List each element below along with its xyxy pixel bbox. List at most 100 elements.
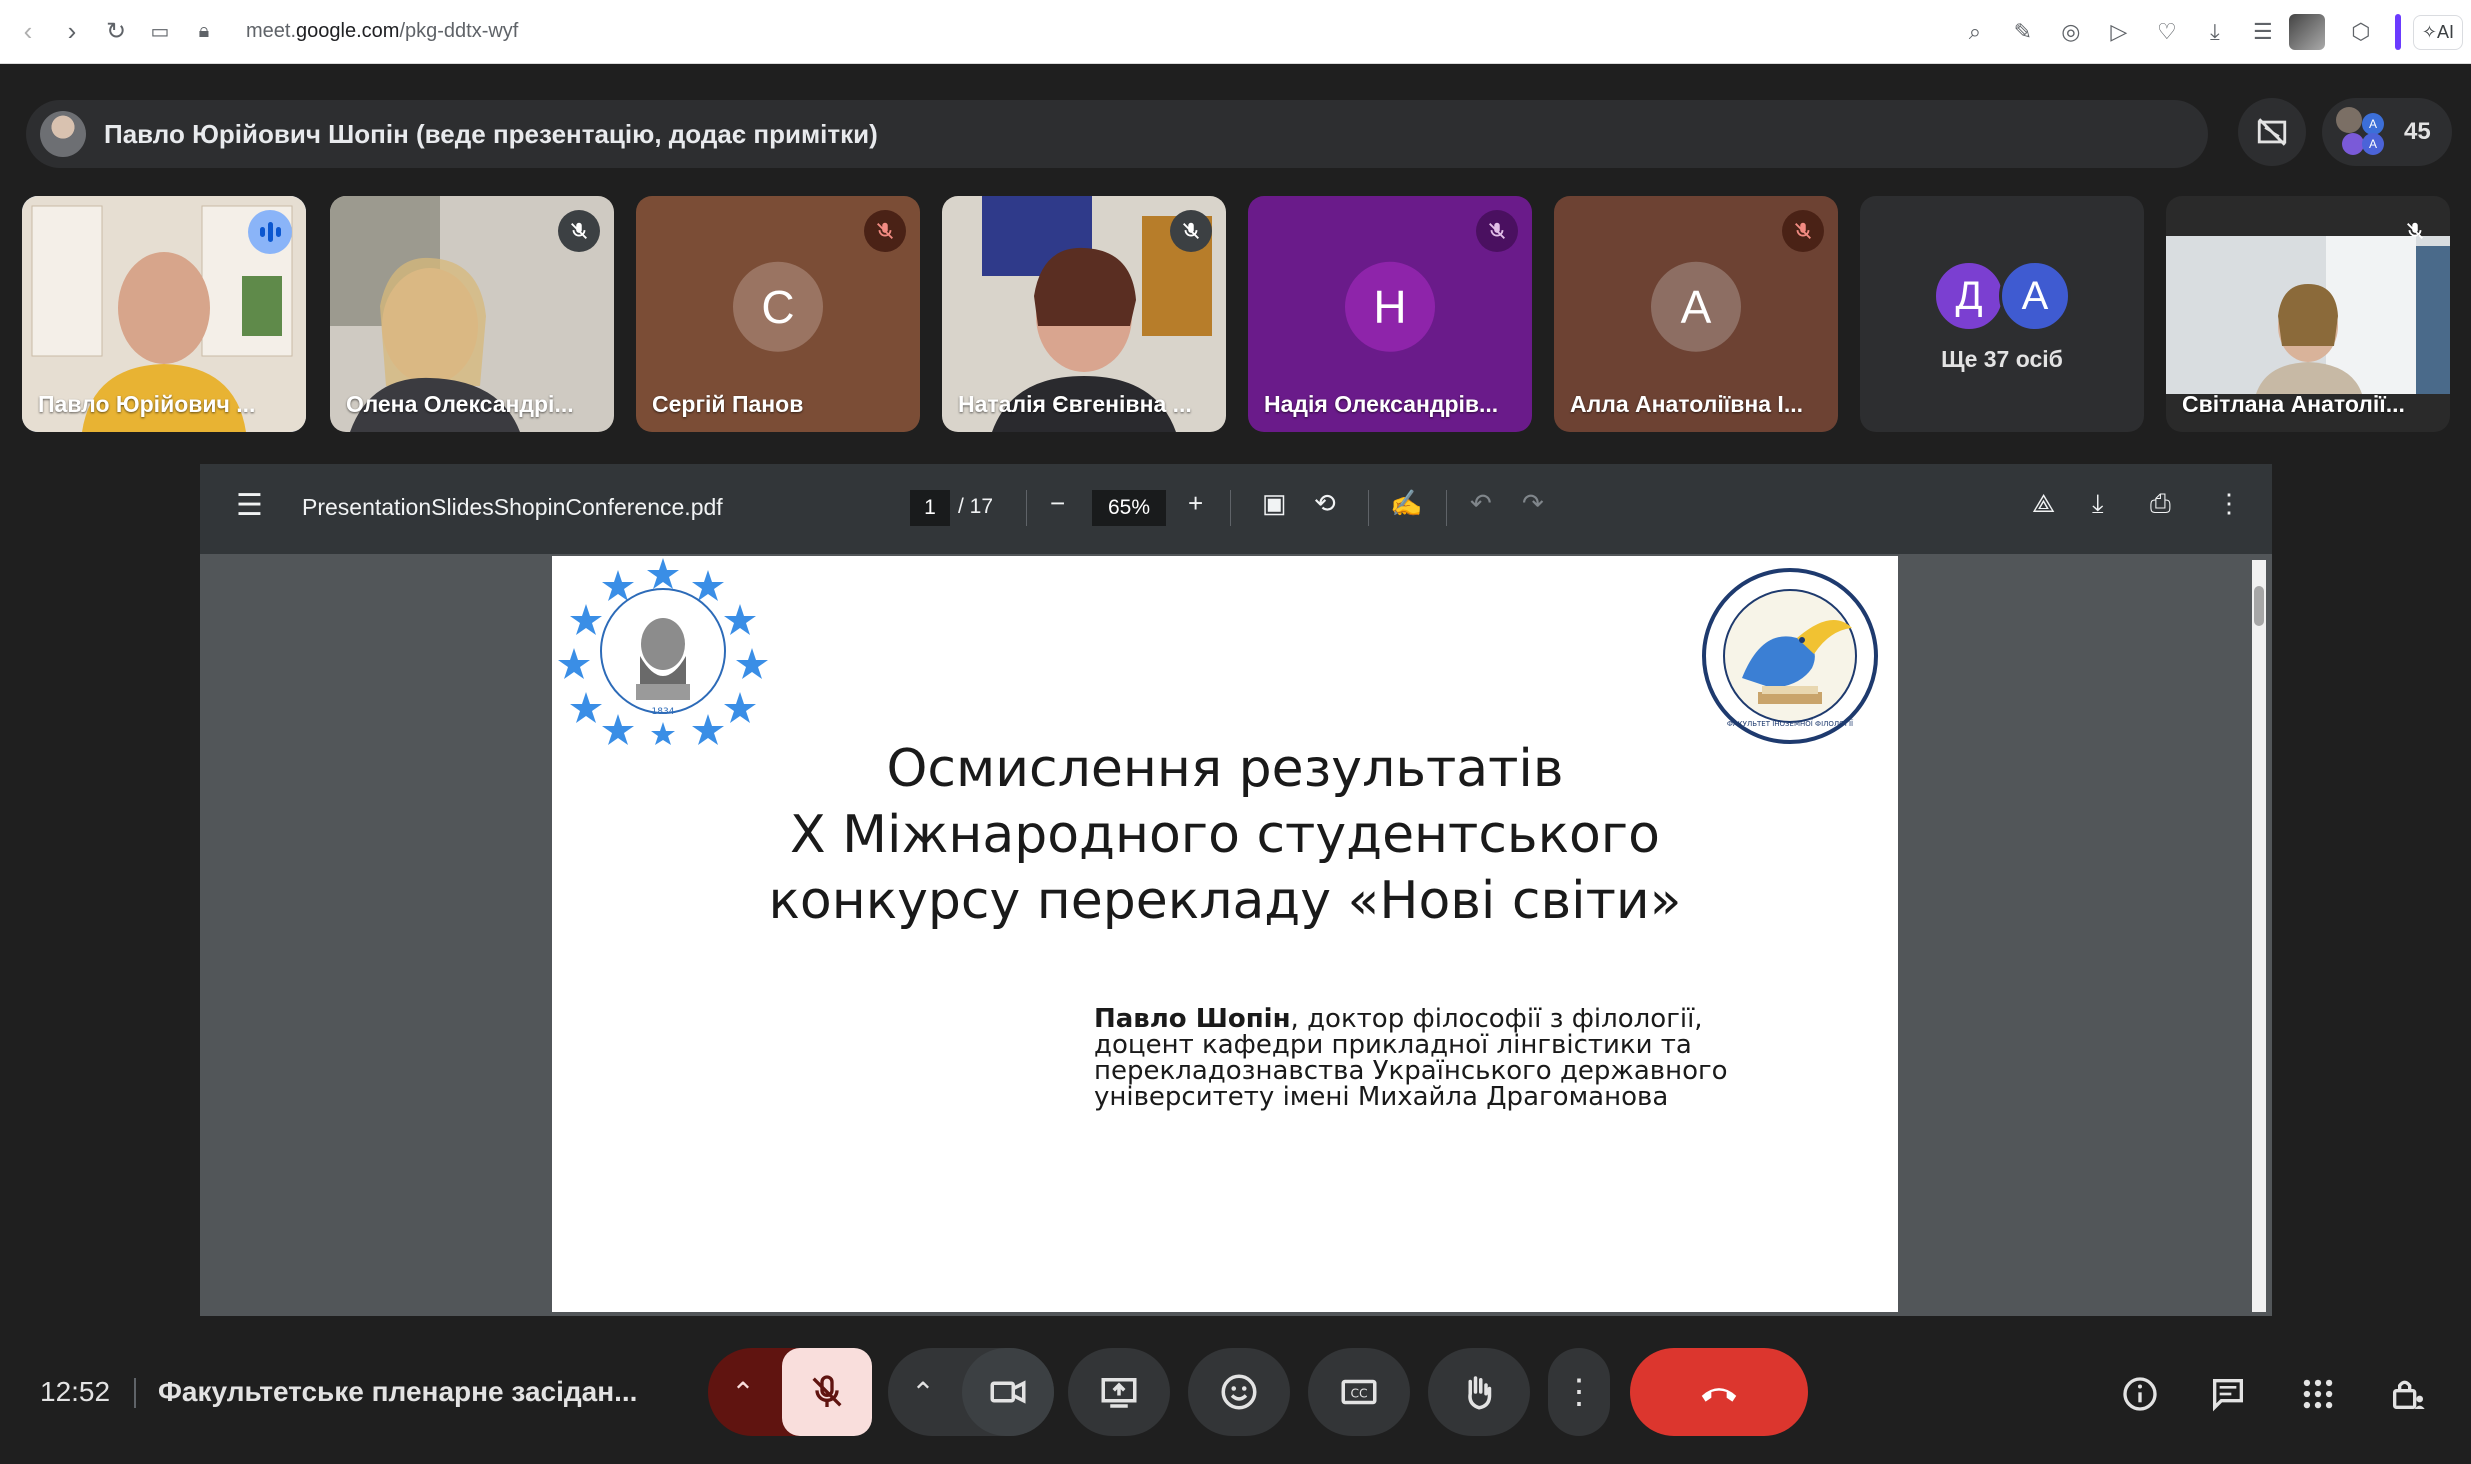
heart-icon[interactable]: ♡: [2145, 10, 2189, 54]
meeting-title: Факультетське пленарне засідан...: [158, 1376, 638, 1407]
address-bar[interactable]: meet.google.com/pkg-ddtx-wyf: [246, 20, 518, 43]
slide-author: Павло Шопін, доктор філософії з філологі…: [1094, 1004, 1728, 1112]
university-logo: 1834: [558, 558, 768, 745]
extension-cube-icon[interactable]: ⬡: [2339, 10, 2383, 54]
chat-button[interactable]: [2204, 1370, 2252, 1418]
slide-page: 1834 ФАКУЛЬТЕТ ІНОЗЕМНОЇ ФІЛОЛОГІЇ Осмис…: [552, 556, 1898, 1312]
play-icon[interactable]: ▷: [2097, 10, 2141, 54]
chat-icon: [2213, 1379, 2243, 1412]
participant-avatar: Н: [1345, 261, 1435, 352]
zoom-in-icon[interactable]: +: [1188, 488, 1203, 519]
participant-tile[interactable]: Олена Олександрі...: [330, 196, 614, 432]
more-options-icon[interactable]: ⋮: [2216, 488, 2242, 519]
pdf-toolbar: ☰ PresentationSlidesShopinConference.pdf…: [200, 464, 2272, 554]
participant-tile[interactable]: А Алла Анатоліївна І...: [1554, 196, 1838, 432]
participant-tile[interactable]: Н Надія Олександрів...: [1248, 196, 1532, 432]
more-vert-icon: ⋮: [1562, 1373, 1596, 1411]
hang-up-icon: [1701, 1388, 1737, 1402]
meeting-info-button[interactable]: [2116, 1370, 2164, 1418]
extension-avatar[interactable]: [2288, 14, 2325, 50]
rotate-icon[interactable]: ⟲: [1314, 488, 1336, 519]
drive-add-icon[interactable]: ⟁: [2032, 488, 2055, 520]
browser-toolbar: ‹ › ↻ ▭ 🔒︎ meet.google.com/pkg-ddtx-wyf …: [0, 0, 2471, 64]
present-screen-button[interactable]: [1068, 1348, 1170, 1436]
leave-call-button[interactable]: [1630, 1348, 1808, 1436]
presenter-banner-text: Павло Юрійович Шопін (веде презентацію, …: [104, 118, 878, 149]
camera-icon[interactable]: ◎: [2049, 10, 2093, 54]
zoom-search-icon[interactable]: ⌕: [1953, 10, 1997, 54]
menu-icon[interactable]: ☰: [236, 488, 263, 523]
info-icon: [2123, 1377, 2157, 1411]
participant-avatar: А: [1999, 260, 2071, 332]
camera-options-chevron-icon[interactable]: ⌃: [888, 1348, 958, 1436]
lock-icon[interactable]: 🔒︎: [182, 10, 226, 54]
presenter-avatar: [40, 111, 86, 157]
people-button[interactable]: A A 45: [2322, 98, 2452, 166]
toolbar-divider: [1026, 490, 1027, 526]
raise-hand-button[interactable]: [1428, 1348, 1530, 1436]
pdf-viewer: ☰ PresentationSlidesShopinConference.pdf…: [200, 464, 2272, 1316]
svg-text:ФАКУЛЬТЕТ ІНОЗЕМНОЇ ФІЛОЛОГІЇ: ФАКУЛЬТЕТ ІНОЗЕМНОЇ ФІЛОЛОГІЇ: [1727, 719, 1854, 728]
more-avatars: Д А: [1933, 260, 2071, 332]
mic-options-chevron-icon[interactable]: ⌃: [708, 1348, 778, 1436]
back-icon[interactable]: ‹: [6, 10, 50, 54]
download-icon[interactable]: ⤓: [2193, 10, 2237, 54]
closed-captions-icon: CC: [1341, 1379, 1377, 1405]
activities-button[interactable]: [2294, 1370, 2342, 1418]
undo-icon[interactable]: ↶: [1470, 488, 1492, 519]
mic-control: ⌃: [708, 1348, 872, 1436]
people-count: 45: [2404, 118, 2431, 145]
print-icon[interactable]: ⎙: [2150, 488, 2171, 520]
svg-text:1834: 1834: [652, 707, 675, 717]
mini-avatar: A: [2362, 113, 2384, 135]
participant-tile[interactable]: Наталія Євгенівна ...: [942, 196, 1226, 432]
participant-tile[interactable]: С Сергій Панов: [636, 196, 920, 432]
redo-icon[interactable]: ↷: [1522, 488, 1544, 519]
browser-actions: ⌕ ✎ ◎ ▷ ♡ ⤓ ☰ ⬡ ✧AI: [1953, 10, 2463, 54]
reactions-button[interactable]: [1188, 1348, 1290, 1436]
tile-name: Павло Юрійович ...: [38, 391, 256, 417]
reload-icon[interactable]: ↻: [94, 10, 138, 54]
mic-toggle-button[interactable]: [782, 1348, 872, 1436]
mic-off-icon: [1476, 210, 1518, 252]
sidebar-indicator: [2394, 14, 2401, 50]
participant-tile[interactable]: Світлана Анатолії...: [2166, 196, 2450, 432]
tab-cast-icon[interactable]: ▭: [138, 10, 182, 54]
clock: 12:52: [40, 1376, 111, 1407]
tile-name: Сергій Панов: [652, 391, 804, 417]
toolbar-divider: [1230, 490, 1231, 526]
camera-control: ⌃: [888, 1348, 1054, 1436]
camera-toggle-button[interactable]: [962, 1348, 1054, 1436]
host-controls-button[interactable]: [2384, 1370, 2432, 1418]
page-number-input[interactable]: 1: [910, 490, 950, 526]
tile-name: Алла Анатоліївна І...: [1570, 391, 1803, 417]
hide-tiles-button[interactable]: [2238, 98, 2306, 166]
emoji-icon: [1221, 1374, 1257, 1410]
ai-button[interactable]: ✧AI: [2412, 14, 2463, 50]
mic-off-icon: [2394, 210, 2436, 252]
divider: [134, 1378, 136, 1408]
zoom-out-icon[interactable]: −: [1050, 488, 1065, 519]
more-options-button[interactable]: ⋮: [1548, 1348, 1610, 1436]
more-participants-label: Ще 37 осіб: [1941, 346, 2063, 372]
captions-button[interactable]: CC: [1308, 1348, 1410, 1436]
annotate-icon[interactable]: ✍: [1390, 488, 1422, 519]
scroll-thumb[interactable]: [2254, 586, 2264, 626]
more-participants-tile[interactable]: Д А Ще 37 осіб: [1860, 196, 2144, 432]
zoom-input[interactable]: 65%: [1092, 490, 1166, 526]
download-icon[interactable]: ⤓: [2092, 488, 2104, 520]
toolbar-divider: [1446, 490, 1447, 526]
fit-page-icon[interactable]: ▣: [1262, 488, 1287, 519]
lock-person-icon: [2393, 1380, 2425, 1409]
participant-avatar: Д: [1933, 260, 2005, 332]
participant-avatar: С: [733, 261, 823, 352]
mic-off-icon: [558, 210, 600, 252]
forward-icon[interactable]: ›: [50, 10, 94, 54]
participant-tile[interactable]: Павло Юрійович ...: [22, 196, 306, 432]
menu-lines-icon[interactable]: ☰: [2241, 10, 2285, 54]
svg-text:CC: CC: [1350, 1386, 1367, 1400]
edit-icon[interactable]: ✎: [2001, 10, 2045, 54]
no-video-grid-icon: [2257, 118, 2287, 146]
tile-name: Світлана Анатолії...: [2182, 391, 2405, 417]
pdf-scrollbar[interactable]: [2252, 560, 2266, 1312]
